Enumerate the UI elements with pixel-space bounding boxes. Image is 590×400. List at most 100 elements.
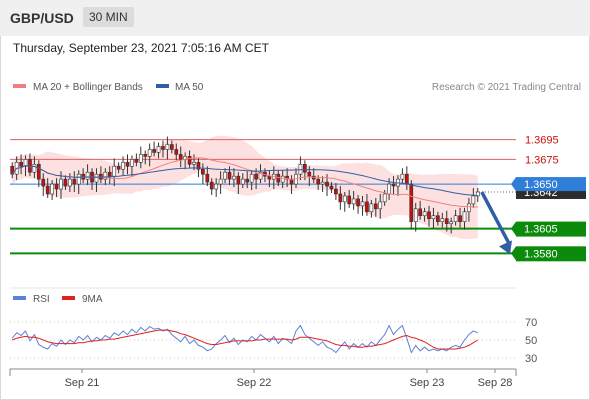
support-label-pointer [511,246,516,261]
candle-body [223,171,227,180]
copyright-text: Research © 2021 Trading Central [432,82,581,93]
candle-body [289,178,294,185]
candle-body [267,175,272,180]
candle-body [227,171,232,180]
rsi-line [11,324,478,354]
candle-body [59,178,63,190]
legend-ma50-swatch [156,84,169,88]
candle-body [63,178,68,187]
legend-rsi-label: RSI [33,294,50,305]
candle-body [112,165,117,177]
x-tick-label: Sep 22 [237,377,272,389]
rsi-tick-label: 30 [525,353,537,365]
candle-body [147,149,152,157]
candle-body [338,193,343,203]
legend-ma50-label: MA 50 [175,82,204,93]
candle-body [462,211,467,222]
candle-body [169,144,174,150]
candle-body [134,159,139,163]
candle-body [68,178,72,187]
candle-body [347,195,352,205]
candle-body [378,201,383,210]
candle-body [178,154,183,160]
candle-body [125,162,130,167]
candle-body [307,171,312,177]
candle-body [404,173,409,185]
candle-body [249,173,254,183]
candle-body [356,198,360,207]
candle-body [72,178,77,185]
candle-body [130,159,134,167]
candle-body [121,162,125,170]
candle-body [453,215,458,222]
candle-body [369,203,374,213]
candle-body [427,211,431,220]
candle-body [187,156,192,165]
candle-body [329,185,334,190]
candle-body [192,162,196,165]
candle-body [218,178,223,185]
candle-body [458,215,462,222]
candle-body [32,163,37,173]
candle-body [107,171,112,177]
candle-body [351,198,356,205]
candle-body [201,168,205,175]
candle-body [444,218,449,224]
candle-body [54,183,59,190]
candle-body [152,149,156,153]
forecast-arrow [480,191,512,247]
candle-body [467,203,471,213]
candle-body [280,175,285,183]
pivot-label: 1.3650 [524,179,558,191]
candle-body [156,146,161,153]
x-tick-label: Sep 21 [65,377,100,389]
candle-body [413,208,418,222]
candle-body [418,208,422,217]
candle-body [76,173,81,185]
support-label-pointer [511,221,516,236]
candle-body [205,173,210,183]
support-label: 1.3605 [524,224,558,236]
candle-body [214,183,219,190]
candle-body [161,146,165,150]
x-tick-label: Sep 23 [410,377,445,389]
candle-body [36,163,41,180]
resistance-label: 1.3675 [525,154,559,166]
forecast-arrowhead [499,240,512,255]
support-label: 1.3580 [524,248,558,260]
candle-body [254,173,258,180]
candle-body [45,185,50,195]
rsi-tick-label: 50 [525,335,537,347]
candle-body [422,211,427,217]
candle-body [391,183,396,187]
candle-body [174,149,179,155]
candle-body [400,173,405,180]
candle-body [373,203,378,210]
legend-rsi-ma-swatch [62,296,75,300]
candle-body [316,178,321,185]
candle-body [471,195,476,205]
candle-body [342,195,347,203]
candle-body [431,215,436,220]
candle-body [440,218,445,222]
candle-body [449,221,454,224]
candle-body [138,154,143,163]
candle-body [360,201,365,207]
candle-body [236,175,241,185]
pivot-label-pointer [511,177,516,192]
candle-body [409,183,414,222]
candle-body [232,175,236,180]
candle-body [94,173,99,183]
candle-body [382,193,387,203]
candle-body [28,159,32,173]
candle-body [143,154,148,157]
candle-body [240,178,245,185]
legend-rsi-ma-label: 9MA [82,294,103,305]
candle-body [436,215,440,222]
candle-body [387,183,391,195]
legend-ma20-swatch [13,84,26,88]
candle-body [41,178,46,187]
legend-ma20-label: MA 20 + Bollinger Bands [33,82,143,93]
chart-svg: MA 20 + Bollinger Bands MA 50 Research © 2… [9,82,586,389]
candle-body [19,162,23,167]
